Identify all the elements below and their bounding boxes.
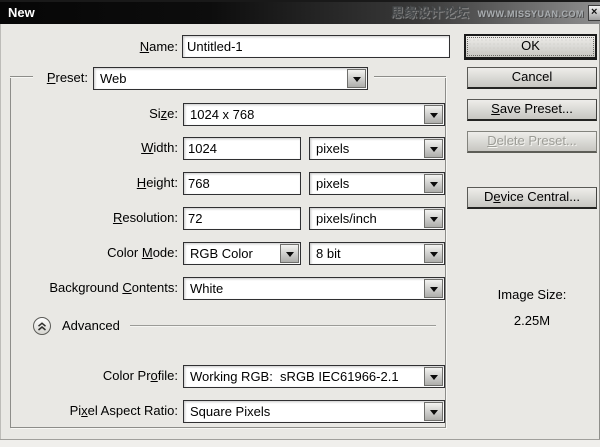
background-contents-label: Background Contents: bbox=[49, 280, 178, 295]
ok-button[interactable]: OK bbox=[464, 34, 597, 60]
advanced-label: Advanced bbox=[62, 318, 120, 333]
color-mode-value: RGB Color bbox=[190, 246, 253, 261]
save-preset-button[interactable]: Save Preset... bbox=[467, 99, 597, 121]
width-unit-dropdown[interactable]: pixels bbox=[309, 137, 445, 160]
preset-value: Web bbox=[100, 71, 127, 86]
color-mode-dropdown[interactable]: RGB Color bbox=[183, 242, 301, 265]
height-label: Height: bbox=[136, 175, 178, 190]
chevron-down-icon[interactable] bbox=[280, 244, 299, 263]
color-profile-value: Working RGB: sRGB IEC61966-2.1 bbox=[190, 369, 399, 384]
height-unit-value: pixels bbox=[316, 176, 350, 191]
chevron-down-icon[interactable] bbox=[424, 209, 443, 228]
name-input[interactable] bbox=[182, 35, 450, 58]
height-input[interactable] bbox=[183, 172, 301, 195]
name-label: Name: bbox=[139, 39, 178, 54]
image-size-value: 2.25M bbox=[513, 313, 551, 328]
background-contents-value: White bbox=[190, 281, 224, 296]
new-document-dialog: New 思缘设计论坛 WWW.MISSYUAN.COM × Name: Pres… bbox=[0, 0, 600, 447]
width-input[interactable] bbox=[183, 137, 301, 160]
chevron-down-icon[interactable] bbox=[424, 139, 443, 158]
height-unit-dropdown[interactable]: pixels bbox=[309, 172, 445, 195]
chevron-down-icon[interactable] bbox=[424, 174, 443, 193]
watermark-chinese-text: 思缘设计论坛 bbox=[390, 5, 469, 20]
pixel-aspect-ratio-value: Square Pixels bbox=[190, 404, 271, 419]
resolution-unit-value: pixels/inch bbox=[316, 211, 377, 226]
size-label: Size: bbox=[149, 106, 178, 121]
chevron-down-icon[interactable] bbox=[424, 402, 443, 421]
dialog-title: New bbox=[8, 5, 35, 20]
advanced-collapse-toggle[interactable] bbox=[33, 317, 51, 335]
image-size-label: Image Size: bbox=[497, 287, 567, 302]
size-value: 1024 x 768 bbox=[190, 107, 255, 122]
pixel-aspect-ratio-label: Pixel Aspect Ratio: bbox=[69, 403, 178, 418]
preset-dropdown[interactable]: Web bbox=[93, 67, 368, 90]
size-dropdown[interactable]: 1024 x 768 bbox=[183, 103, 445, 126]
color-profile-label: Color Profile: bbox=[102, 368, 178, 383]
resolution-label: Resolution: bbox=[112, 210, 178, 225]
pixel-aspect-ratio-dropdown[interactable]: Square Pixels bbox=[183, 400, 445, 423]
chevron-down-icon[interactable] bbox=[424, 367, 443, 386]
width-unit-value: pixels bbox=[316, 141, 350, 156]
titlebar: New 思缘设计论坛 WWW.MISSYUAN.COM × bbox=[0, 0, 600, 24]
bit-depth-value: 8 bit bbox=[316, 246, 341, 261]
cancel-button[interactable]: Cancel bbox=[467, 67, 597, 89]
bit-depth-dropdown[interactable]: 8 bit bbox=[309, 242, 445, 265]
resolution-unit-dropdown[interactable]: pixels/inch bbox=[309, 207, 445, 230]
window-bottom-edge bbox=[0, 439, 600, 447]
preset-label: Preset: bbox=[46, 70, 88, 85]
groupbox-top-right-segment bbox=[374, 76, 446, 77]
watermark-url-text: WWW.MISSYUAN.COM bbox=[477, 9, 584, 19]
device-central-button[interactable]: Device Central... bbox=[467, 187, 597, 209]
chevron-down-icon[interactable] bbox=[347, 69, 366, 88]
double-chevron-up-icon bbox=[38, 322, 46, 331]
watermark: 思缘设计论坛 WWW.MISSYUAN.COM bbox=[391, 2, 584, 24]
background-contents-dropdown[interactable]: White bbox=[183, 277, 445, 300]
chevron-down-icon[interactable] bbox=[424, 105, 443, 124]
delete-preset-button: Delete Preset... bbox=[467, 131, 597, 153]
width-label: Width: bbox=[141, 140, 178, 155]
chevron-down-icon[interactable] bbox=[424, 244, 443, 263]
color-mode-label: Color Mode: bbox=[107, 245, 178, 260]
resolution-input[interactable] bbox=[183, 207, 301, 230]
chevron-down-icon[interactable] bbox=[424, 279, 443, 298]
advanced-divider bbox=[130, 325, 436, 326]
color-profile-dropdown[interactable]: Working RGB: sRGB IEC61966-2.1 bbox=[183, 365, 445, 388]
close-icon[interactable]: × bbox=[588, 5, 600, 21]
